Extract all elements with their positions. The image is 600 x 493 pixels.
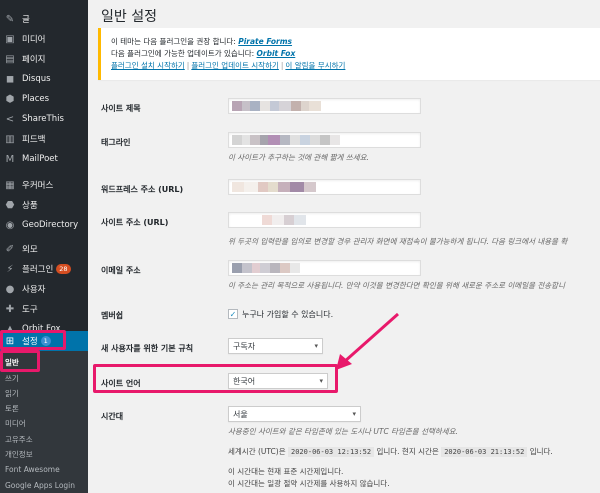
wp-admin-screen: ✎ 글 ▣ 미디어 ▤ 페이지 ◼ Disqus ⬢ Places < ShareThis … — [0, 0, 600, 493]
pointer-arrow-icon — [336, 312, 399, 370]
